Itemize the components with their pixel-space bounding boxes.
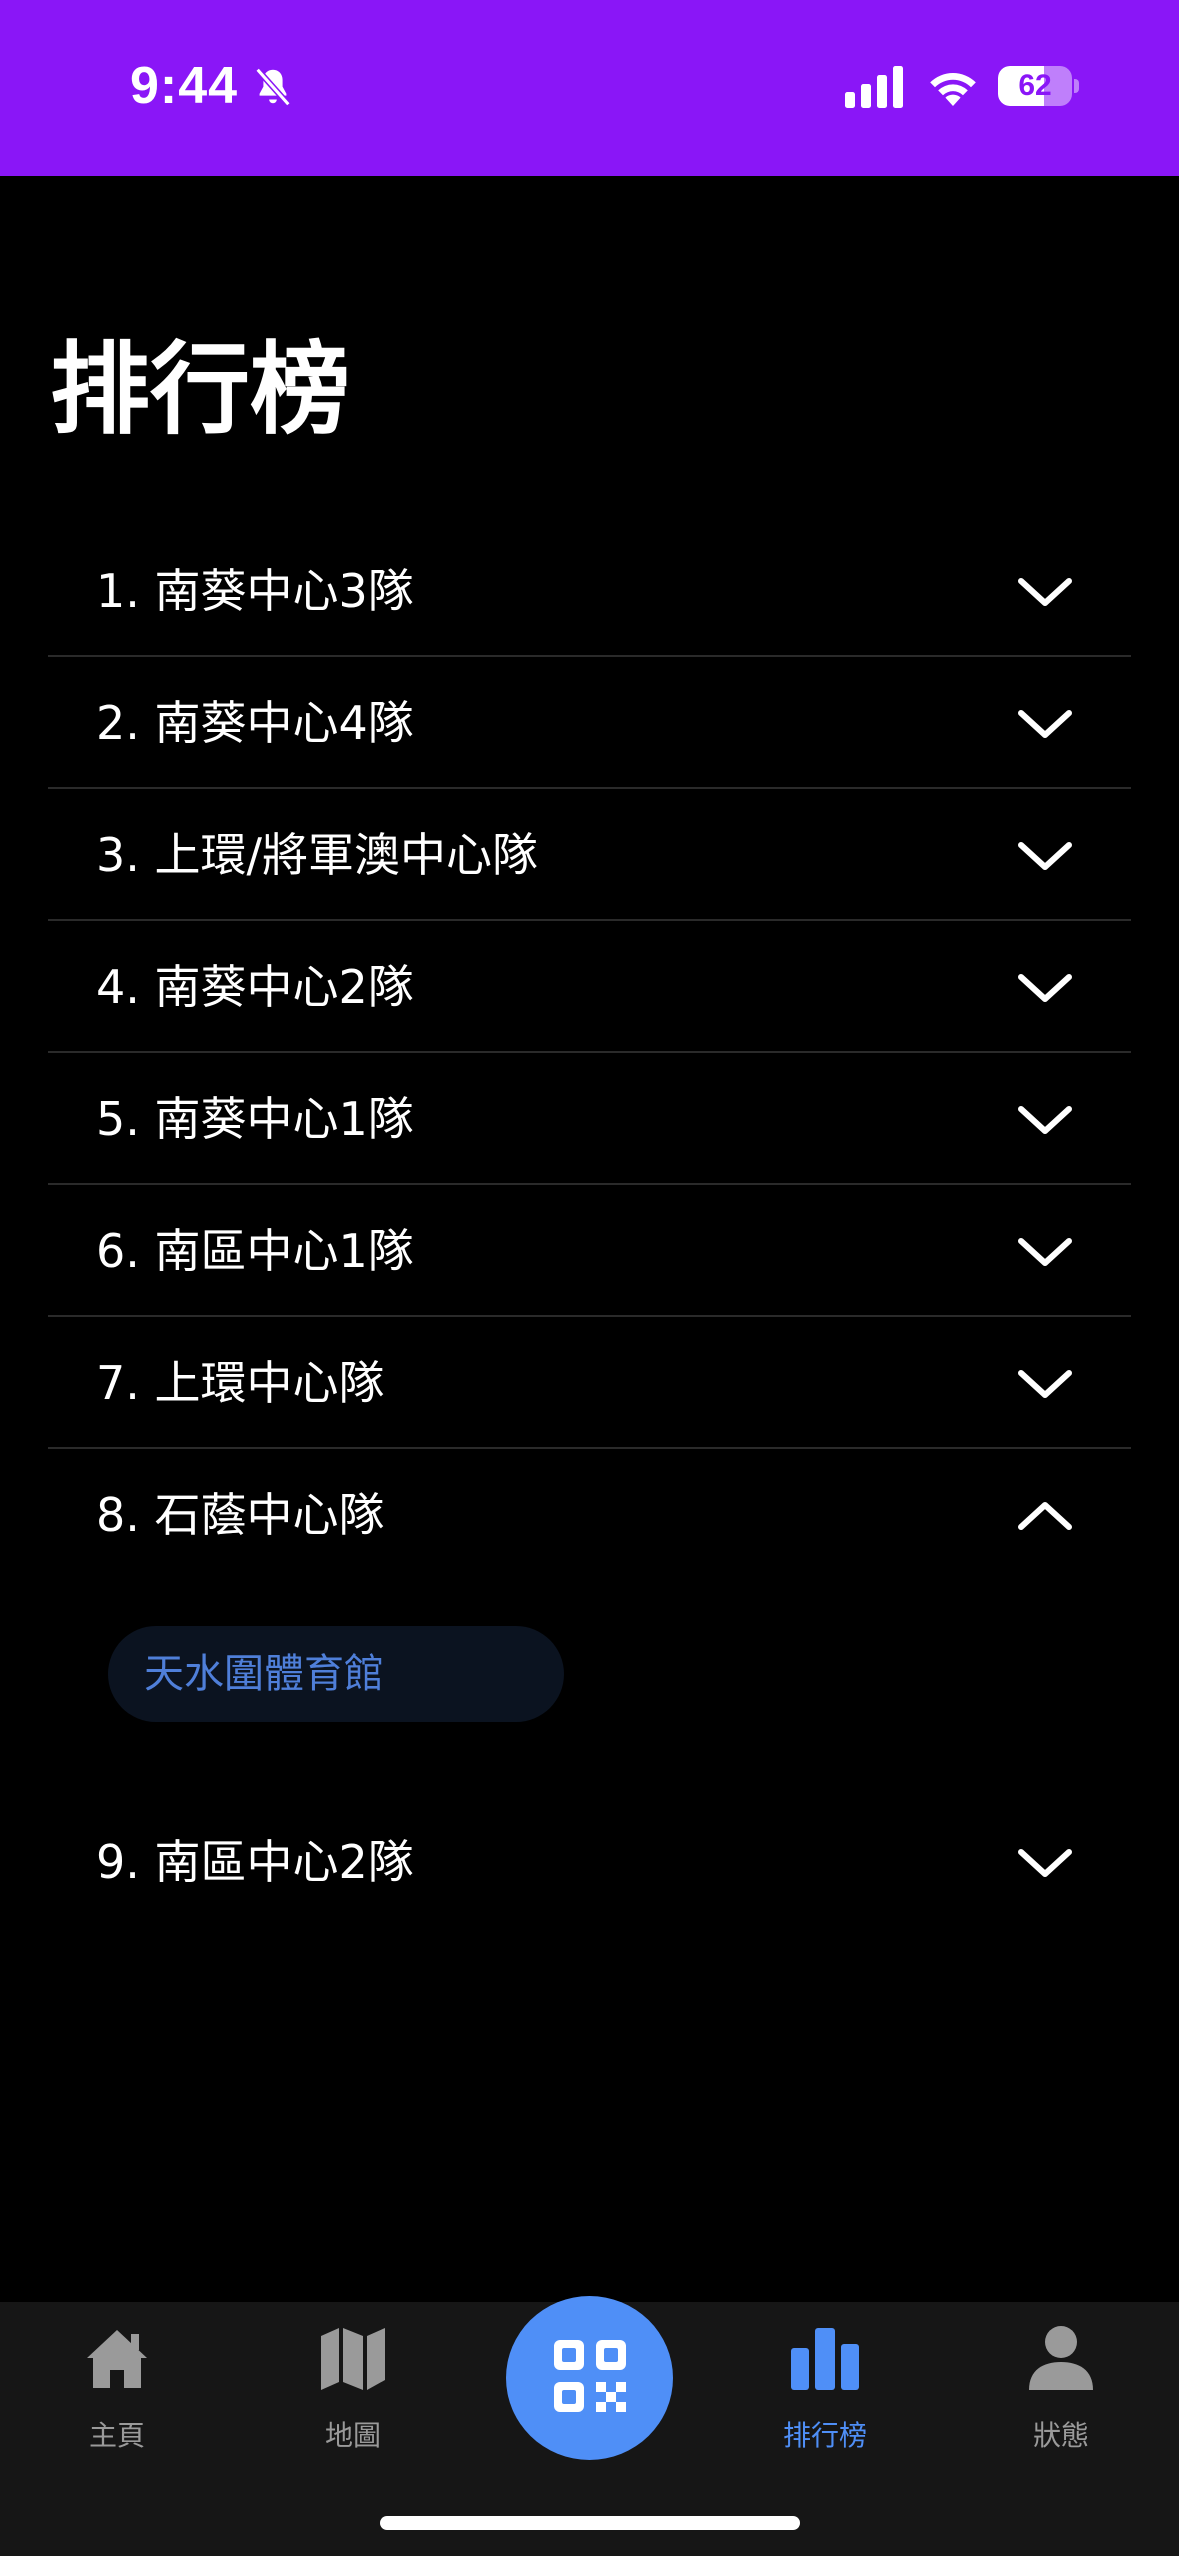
team-name: 1. 南葵中心3隊 <box>96 564 414 618</box>
cellular-signal-icon <box>845 66 903 108</box>
wifi-icon <box>930 73 976 106</box>
page-title: 排行榜 <box>50 331 350 448</box>
chevron-down-icon[interactable] <box>1015 833 1075 877</box>
battery-tip <box>1074 79 1079 93</box>
chevron-down-icon[interactable] <box>1015 1097 1075 1141</box>
bell-slash-icon <box>255 67 291 107</box>
leaderboard-row[interactable]: 1. 南葵中心3隊 <box>48 525 1131 657</box>
leaderboard-row[interactable]: 3. 上環/將軍澳中心隊 <box>48 789 1131 921</box>
team-name: 4. 南葵中心2隊 <box>96 960 414 1014</box>
home-icon <box>87 2330 147 2388</box>
chevron-down-icon[interactable] <box>1015 1229 1075 1273</box>
team-name: 5. 南葵中心1隊 <box>96 1092 414 1146</box>
bar-chart-icon <box>791 2328 859 2390</box>
home-indicator <box>380 2516 800 2530</box>
venue-name: 天水圍體育館 <box>144 1651 384 1697</box>
scan-qr-button[interactable] <box>506 2296 673 2460</box>
status-time: 9:44 <box>130 57 239 115</box>
battery-icon: 62 <box>998 66 1079 106</box>
tab-map[interactable]: 地圖 <box>253 2322 453 2472</box>
tab-label: 地圖 <box>324 2419 381 2452</box>
team-name: 2. 南葵中心4隊 <box>96 696 414 750</box>
leaderboard-row[interactable]: 6. 南區中心1隊 <box>48 1185 1131 1317</box>
team-name: 7. 上環中心隊 <box>96 1356 385 1410</box>
team-name: 8. 石蔭中心隊 <box>96 1488 385 1542</box>
expanded-panel: 天水圍體育館 <box>48 1581 1131 1796</box>
leaderboard-list: 1. 南葵中心3隊 2. 南葵中心4隊 3. 上環/將軍澳中心隊 4. 南葵中心… <box>48 525 1131 1928</box>
leaderboard-row[interactable]: 2. 南葵中心4隊 <box>48 657 1131 789</box>
leaderboard-row[interactable]: 5. 南葵中心1隊 <box>48 1053 1131 1185</box>
team-name: 9. 南區中心2隊 <box>96 1835 414 1889</box>
qr-code-icon <box>554 2340 626 2412</box>
tab-label: 狀態 <box>1032 2419 1089 2452</box>
leaderboard-row[interactable]: 7. 上環中心隊 <box>48 1317 1131 1449</box>
chevron-down-icon[interactable] <box>1015 1840 1075 1884</box>
tab-label: 排行榜 <box>782 2419 867 2452</box>
tab-label: 主頁 <box>88 2419 145 2452</box>
chevron-down-icon[interactable] <box>1015 965 1075 1009</box>
map-icon <box>321 2328 385 2390</box>
tab-home[interactable]: 主頁 <box>17 2322 217 2472</box>
battery-level: 62 <box>1018 69 1052 102</box>
leaderboard-row[interactable]: 9. 南區中心2隊 <box>48 1796 1131 1928</box>
tab-status[interactable]: 狀態 <box>961 2322 1161 2472</box>
tab-leaderboard[interactable]: 排行榜 <box>725 2322 925 2472</box>
status-bar: 9:44 62 <box>0 0 1179 176</box>
team-name: 6. 南區中心1隊 <box>96 1224 414 1278</box>
chevron-up-icon[interactable] <box>1015 1493 1075 1537</box>
leaderboard-row-expanded[interactable]: 8. 石蔭中心隊 <box>48 1449 1131 1581</box>
leaderboard-row[interactable]: 4. 南葵中心2隊 <box>48 921 1131 1053</box>
person-icon <box>1029 2326 1093 2390</box>
venue-chip[interactable]: 天水圍體育館 <box>108 1626 564 1722</box>
chevron-down-icon[interactable] <box>1015 1361 1075 1405</box>
chevron-down-icon[interactable] <box>1015 569 1075 613</box>
team-name: 3. 上環/將軍澳中心隊 <box>96 828 539 882</box>
chevron-down-icon[interactable] <box>1015 701 1075 745</box>
